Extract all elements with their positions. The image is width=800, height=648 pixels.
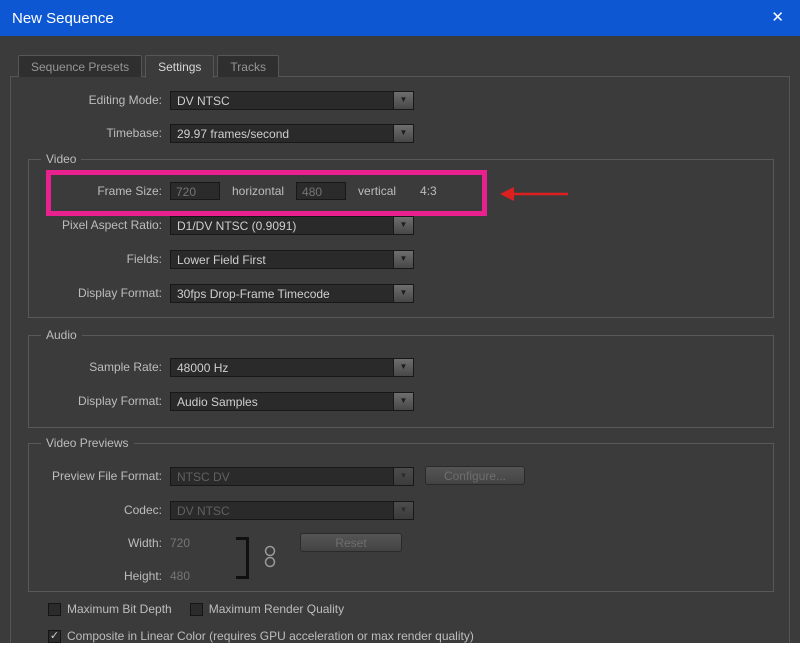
link-icon: [263, 544, 277, 570]
audio-display-format-value: Audio Samples: [171, 393, 393, 410]
audio-group: Audio: [28, 335, 774, 428]
pixel-aspect-ratio-dropdown[interactable]: D1/DV NTSC (0.9091) ▼: [170, 216, 414, 235]
audio-display-format-label: Display Format:: [12, 394, 162, 408]
chevron-down-icon[interactable]: ▼: [393, 251, 413, 268]
frame-size-label: Frame Size:: [12, 184, 162, 198]
window-title: New Sequence: [12, 10, 114, 27]
dropdown-arrow-glyph: ▼: [400, 506, 408, 514]
chevron-down-icon[interactable]: ▼: [393, 502, 413, 519]
preview-height-value: 480: [170, 569, 190, 583]
sample-rate-dropdown[interactable]: 48000 Hz ▼: [170, 358, 414, 377]
chevron-down-icon[interactable]: ▼: [393, 393, 413, 410]
vertical-unit-label: vertical: [358, 184, 396, 198]
editing-mode-dropdown[interactable]: DV NTSC ▼: [170, 91, 414, 110]
dropdown-arrow-glyph: ▼: [400, 96, 408, 104]
audio-group-title: Audio: [41, 328, 82, 342]
aspect-ratio-value: 4:3: [420, 184, 437, 198]
chevron-down-icon[interactable]: ▼: [393, 92, 413, 109]
preview-file-format-label: Preview File Format:: [12, 469, 162, 483]
timebase-dropdown[interactable]: 29.97 frames/second ▼: [170, 124, 414, 143]
video-display-format-label: Display Format:: [12, 286, 162, 300]
reset-button[interactable]: Reset: [300, 533, 402, 552]
dropdown-arrow-glyph: ▼: [400, 363, 408, 371]
configure-button[interactable]: Configure...: [425, 466, 525, 485]
pixel-aspect-ratio-row: Pixel Aspect Ratio: D1/DV NTSC (0.9091) …: [12, 215, 414, 235]
video-previews-group-title: Video Previews: [41, 436, 134, 450]
dropdown-arrow-glyph: ▼: [400, 129, 408, 137]
composite-linear-row: ✓ Composite in Linear Color (requires GP…: [48, 626, 474, 646]
chevron-down-icon[interactable]: ▼: [393, 125, 413, 142]
composite-linear-checkbox[interactable]: ✓: [48, 630, 61, 643]
video-display-format-row: Display Format: 30fps Drop-Frame Timecod…: [12, 283, 414, 303]
new-sequence-dialog: New Sequence ✕ Sequence Presets Settings…: [0, 0, 800, 643]
video-display-format-value: 30fps Drop-Frame Timecode: [171, 285, 393, 302]
preview-file-format-dropdown[interactable]: NTSC DV ▼: [170, 467, 414, 486]
sample-rate-label: Sample Rate:: [12, 360, 162, 374]
composite-linear-label[interactable]: Composite in Linear Color (requires GPU …: [67, 629, 474, 643]
chevron-down-icon[interactable]: ▼: [393, 285, 413, 302]
frame-size-row: Frame Size: 720 horizontal 480 vertical …: [12, 181, 437, 201]
dropdown-arrow-glyph: ▼: [400, 289, 408, 297]
frame-height-field[interactable]: 480: [296, 182, 346, 200]
preview-height-row: Height: 480: [12, 566, 190, 586]
editing-mode-label: Editing Mode:: [12, 93, 162, 107]
fields-label: Fields:: [12, 252, 162, 266]
tab-tracks[interactable]: Tracks: [217, 55, 279, 77]
chevron-down-icon[interactable]: ▼: [393, 359, 413, 376]
codec-dropdown[interactable]: DV NTSC ▼: [170, 501, 414, 520]
pixel-aspect-ratio-value: D1/DV NTSC (0.9091): [171, 217, 393, 234]
codec-value: DV NTSC: [171, 502, 393, 519]
timebase-value: 29.97 frames/second: [171, 125, 393, 142]
video-group-title: Video: [41, 152, 81, 166]
timebase-row: Timebase: 29.97 frames/second ▼: [12, 123, 414, 143]
max-bit-depth-label[interactable]: Maximum Bit Depth: [67, 602, 172, 616]
tab-settings[interactable]: Settings: [145, 55, 214, 78]
tab-bar: Sequence Presets Settings Tracks: [18, 55, 279, 78]
preview-file-format-value: NTSC DV: [171, 468, 393, 485]
preview-height-label: Height:: [12, 569, 162, 583]
frame-width-field[interactable]: 720: [170, 182, 220, 200]
max-render-quality-checkbox[interactable]: [190, 603, 203, 616]
video-display-format-dropdown[interactable]: 30fps Drop-Frame Timecode ▼: [170, 284, 414, 303]
dropdown-arrow-glyph: ▼: [400, 397, 408, 405]
editing-mode-row: Editing Mode: DV NTSC ▼: [12, 90, 414, 110]
preview-width-row: Width: 720: [12, 533, 190, 553]
titlebar: New Sequence ✕: [0, 0, 800, 36]
pixel-aspect-ratio-label: Pixel Aspect Ratio:: [12, 218, 162, 232]
dimension-link-bracket: [236, 537, 249, 579]
preview-file-format-row: Preview File Format: NTSC DV ▼: [12, 466, 414, 486]
horizontal-unit-label: horizontal: [232, 184, 284, 198]
fields-dropdown[interactable]: Lower Field First ▼: [170, 250, 414, 269]
fields-row: Fields: Lower Field First ▼: [12, 249, 414, 269]
preview-width-value: 720: [170, 536, 190, 550]
codec-label: Codec:: [12, 503, 162, 517]
close-icon[interactable]: ✕: [771, 8, 784, 26]
preview-width-label: Width:: [12, 536, 162, 550]
chevron-down-icon[interactable]: ▼: [393, 217, 413, 234]
dropdown-arrow-glyph: ▼: [400, 472, 408, 480]
quality-options-row: Maximum Bit Depth Maximum Render Quality: [48, 599, 344, 619]
fields-value: Lower Field First: [171, 251, 393, 268]
max-render-quality-label[interactable]: Maximum Render Quality: [209, 602, 344, 616]
timebase-label: Timebase:: [12, 126, 162, 140]
tab-sequence-presets[interactable]: Sequence Presets: [18, 55, 142, 77]
audio-display-format-row: Display Format: Audio Samples ▼: [12, 391, 414, 411]
sample-rate-value: 48000 Hz: [171, 359, 393, 376]
dropdown-arrow-glyph: ▼: [400, 255, 408, 263]
sample-rate-row: Sample Rate: 48000 Hz ▼: [12, 357, 414, 377]
codec-row: Codec: DV NTSC ▼: [12, 500, 414, 520]
dropdown-arrow-glyph: ▼: [400, 221, 408, 229]
audio-display-format-dropdown[interactable]: Audio Samples ▼: [170, 392, 414, 411]
max-bit-depth-checkbox[interactable]: [48, 603, 61, 616]
chevron-down-icon[interactable]: ▼: [393, 468, 413, 485]
editing-mode-value: DV NTSC: [171, 92, 393, 109]
